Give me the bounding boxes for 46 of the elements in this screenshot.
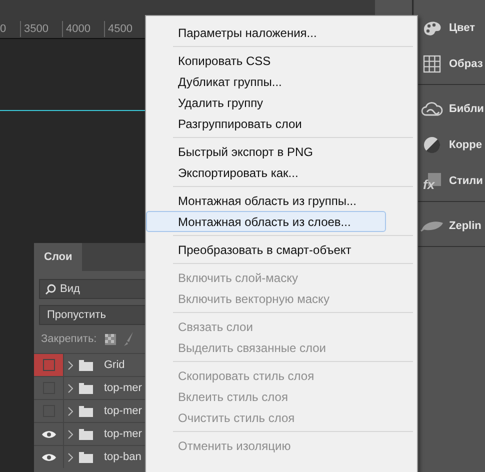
folder-icon <box>79 428 93 440</box>
lock-label: Закрепить: <box>41 332 97 347</box>
menu-item[interactable]: Монтажная область из группы... <box>146 190 386 211</box>
ruler-label: 4000 <box>63 20 105 37</box>
menu-item[interactable]: Удалить группу <box>146 92 386 113</box>
chevron-right-icon[interactable] <box>68 452 73 462</box>
folder-icon <box>79 360 93 370</box>
chevron-right-icon[interactable] <box>68 406 73 416</box>
chevron-right-icon[interactable] <box>68 430 73 438</box>
panel-item[interactable]: fx Стили <box>414 163 483 199</box>
lock-transparency-icon[interactable] <box>104 334 116 344</box>
menu-item[interactable]: Быстрый экспорт в PNG <box>146 141 386 162</box>
chevron-right-icon[interactable] <box>68 360 73 370</box>
layer-name: top-ban <box>104 450 142 465</box>
menu-item[interactable]: Преобразовать в смарт-объект <box>146 239 386 260</box>
menu-item[interactable]: Копировать CSS <box>146 50 386 71</box>
layer-name: Grid <box>104 358 125 373</box>
menu-item[interactable]: Разгруппировать слои <box>146 113 386 134</box>
visibility-toggle[interactable] <box>34 354 64 376</box>
layer-name: top-mer <box>104 426 142 442</box>
layer-name: top-mer <box>104 404 142 419</box>
cloud-icon <box>421 101 443 117</box>
brush-icon[interactable] <box>124 332 134 346</box>
folder-icon <box>79 382 93 394</box>
panel-item[interactable]: Образ <box>414 46 483 82</box>
ruler-label: 0 <box>0 20 21 37</box>
layers-tab[interactable]: Слои <box>34 243 82 271</box>
grid-icon <box>423 55 441 73</box>
panel-item[interactable]: Zeplin <box>414 208 482 244</box>
eye-icon <box>42 430 56 438</box>
chevron-right-icon[interactable] <box>68 384 73 392</box>
empty-checkbox <box>42 359 54 371</box>
folder-icon <box>79 452 93 462</box>
folder-icon <box>79 406 93 416</box>
menu-item[interactable]: Экспортировать как... <box>146 162 386 183</box>
ruler-label: 3500 <box>21 20 63 37</box>
palette-icon <box>421 20 443 36</box>
eye-icon <box>42 452 56 462</box>
contrast-icon <box>423 136 441 154</box>
layer-name: top-mer <box>104 380 142 396</box>
panel-item[interactable]: Библи <box>414 91 484 127</box>
blimp-icon <box>420 219 444 233</box>
menu-item[interactable]: Монтажная область из слоев... <box>146 211 386 232</box>
menu-item[interactable]: Параметры наложения... <box>146 22 386 43</box>
search-icon <box>45 284 56 294</box>
menu-item[interactable]: Дубликат группы... <box>146 71 386 92</box>
